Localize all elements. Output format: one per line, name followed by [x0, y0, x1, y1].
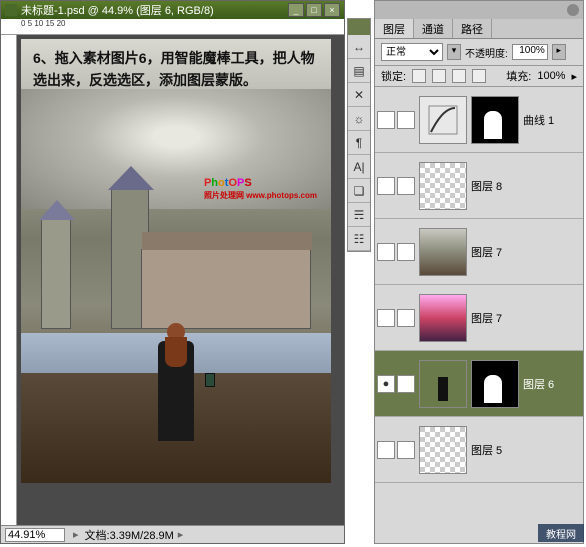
- panel-icon-2[interactable]: ✕: [348, 83, 370, 107]
- ruler-vertical[interactable]: [1, 35, 17, 525]
- panel-icon-1[interactable]: ▤: [348, 59, 370, 83]
- ruler-horizontal[interactable]: [1, 19, 344, 35]
- lock-label: 锁定:: [381, 68, 406, 84]
- tab-paths[interactable]: 路径: [453, 19, 492, 38]
- layer-name[interactable]: 图层 7: [471, 310, 502, 326]
- layer-list: 曲线 1 图层 8 图层 7 图层 7 ● 图层 6 图层 5: [375, 87, 583, 547]
- blend-arrow-icon[interactable]: ▾: [447, 44, 461, 60]
- blend-row: 正常 ▾ 不透明度: 100% ▸: [375, 39, 583, 66]
- canvas[interactable]: 6、拖入素材图片6，用智能魔棒工具，把人物选出来，反选选区，添加图层蒙版。 Ph…: [17, 35, 344, 525]
- layer-thumbnail[interactable]: [419, 360, 467, 408]
- fill-arrow-icon[interactable]: ▸: [571, 70, 577, 83]
- lock-row: 锁定: 填充: 100% ▸: [375, 66, 583, 87]
- layer-name[interactable]: 图层 6: [523, 376, 554, 392]
- visibility-toggle[interactable]: [377, 441, 395, 459]
- visibility-toggle[interactable]: [377, 309, 395, 327]
- link-cell[interactable]: [397, 441, 415, 459]
- layer-row[interactable]: 曲线 1: [375, 87, 583, 153]
- close-button[interactable]: ×: [324, 3, 340, 17]
- titlebar: 未标题-1.psd @ 44.9% (图层 6, RGB/8) _ □ ×: [1, 1, 344, 19]
- layer-row[interactable]: 图层 5: [375, 417, 583, 483]
- link-cell[interactable]: [397, 309, 415, 327]
- lock-position-icon[interactable]: [452, 69, 466, 83]
- panel-menu-icon[interactable]: [567, 4, 579, 16]
- layer-mask-thumbnail[interactable]: [471, 360, 519, 408]
- panel-icon-3[interactable]: ☼: [348, 107, 370, 131]
- tab-channels[interactable]: 通道: [414, 19, 453, 38]
- link-cell[interactable]: [397, 243, 415, 261]
- panel-icon-5[interactable]: A|: [348, 155, 370, 179]
- layer-mask-thumbnail[interactable]: [471, 96, 519, 144]
- layer-row[interactable]: 图层 8: [375, 153, 583, 219]
- panel-icon-6[interactable]: ❏: [348, 179, 370, 203]
- visibility-toggle[interactable]: ●: [377, 375, 395, 393]
- panel-tabs: 图层 通道 路径: [375, 19, 583, 39]
- blend-mode-select[interactable]: 正常: [381, 43, 443, 61]
- minimize-button[interactable]: _: [288, 3, 304, 17]
- layer-thumbnail[interactable]: [419, 162, 467, 210]
- lock-transparency-icon[interactable]: [412, 69, 426, 83]
- watermark: 教程网: [538, 524, 584, 542]
- doc-size: 文档:3.39M/28.9M: [85, 527, 174, 543]
- panel-icon-4[interactable]: ¶: [348, 131, 370, 155]
- link-cell[interactable]: [397, 111, 415, 129]
- fill-input[interactable]: 100%: [537, 70, 565, 82]
- visibility-toggle[interactable]: [377, 177, 395, 195]
- layer-name[interactable]: 图层 7: [471, 244, 502, 260]
- instruction-text: 6、拖入素材图片6，用智能魔棒工具，把人物选出来，反选选区，添加图层蒙版。: [33, 47, 319, 91]
- zoom-input[interactable]: 44.91%: [5, 528, 65, 542]
- layer-thumbnail[interactable]: [419, 426, 467, 474]
- layers-panel: 图层 通道 路径 正常 ▾ 不透明度: 100% ▸ 锁定: 填充: 100% …: [374, 0, 584, 544]
- statusbar: 44.91% ▸ 文档:3.39M/28.9M ▸: [1, 525, 344, 543]
- panel-header: [375, 1, 583, 19]
- panel-group-header[interactable]: [348, 19, 370, 35]
- layer-row[interactable]: ● 图层 6: [375, 351, 583, 417]
- document-window: 未标题-1.psd @ 44.9% (图层 6, RGB/8) _ □ × 6、…: [0, 0, 345, 544]
- window-title: 未标题-1.psd @ 44.9% (图层 6, RGB/8): [21, 2, 286, 18]
- lock-pixels-icon[interactable]: [432, 69, 446, 83]
- zoom-menu-icon[interactable]: ▸: [73, 528, 79, 541]
- panel-icon-7[interactable]: ☴: [348, 203, 370, 227]
- opacity-arrow-icon[interactable]: ▸: [552, 44, 566, 60]
- layer-name[interactable]: 曲线 1: [523, 112, 554, 128]
- visibility-toggle[interactable]: [377, 111, 395, 129]
- artwork: 6、拖入素材图片6，用智能魔棒工具，把人物选出来，反选选区，添加图层蒙版。 Ph…: [21, 39, 331, 483]
- lock-all-icon[interactable]: [472, 69, 486, 83]
- panel-icon-8[interactable]: ☷: [348, 227, 370, 251]
- collapsed-panels: ↔▤✕☼¶A|❏☴☷: [347, 18, 371, 252]
- link-cell[interactable]: [397, 177, 415, 195]
- maximize-button[interactable]: □: [306, 3, 322, 17]
- link-cell[interactable]: [397, 375, 415, 393]
- figure-graphic: [151, 323, 201, 453]
- ps-icon: [5, 4, 17, 16]
- layer-thumbnail[interactable]: [419, 228, 467, 276]
- layer-name[interactable]: 图层 8: [471, 178, 502, 194]
- photops-logo: PhotOPS 照片处理网 www.photops.com: [204, 169, 317, 201]
- panel-icon-0[interactable]: ↔: [348, 35, 370, 59]
- fill-label: 填充:: [506, 68, 531, 84]
- tab-layers[interactable]: 图层: [375, 19, 414, 38]
- layer-row[interactable]: 图层 7: [375, 285, 583, 351]
- layer-thumbnail[interactable]: [419, 294, 467, 342]
- layer-name[interactable]: 图层 5: [471, 442, 502, 458]
- curves-adjustment-icon: [419, 96, 467, 144]
- visibility-toggle[interactable]: [377, 243, 395, 261]
- opacity-input[interactable]: 100%: [512, 44, 548, 60]
- layer-row[interactable]: 图层 7: [375, 219, 583, 285]
- doc-menu-icon[interactable]: ▸: [178, 528, 184, 541]
- opacity-label: 不透明度:: [465, 45, 508, 60]
